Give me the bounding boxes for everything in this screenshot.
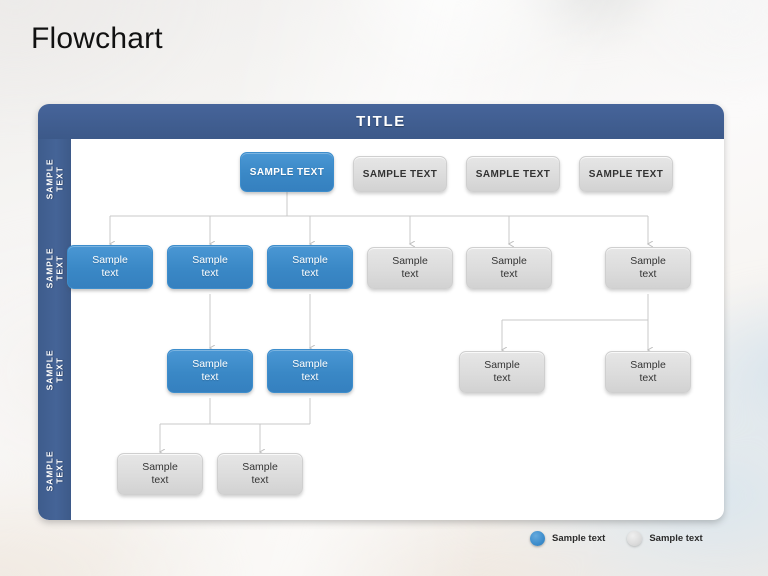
legend-item-gray-label: Sample text: [649, 533, 703, 544]
legend-item-blue-label: Sample text: [552, 533, 606, 544]
node-row3-3-label: Sample text: [484, 359, 520, 384]
legend-item-blue[interactable]: Sample text: [530, 531, 605, 546]
node-row3-1[interactable]: Sample text: [167, 349, 253, 393]
sidebar-rail: SAMPLE TEXT SAMPLE TEXT SAMPLE TEXT SAMPLE T…: [38, 139, 71, 520]
legend-gray-circle-icon: [627, 531, 643, 546]
node-row3-4-label: Sample text: [630, 359, 666, 384]
node-row1-4-label: SAMPLE TEXT: [588, 168, 664, 180]
rail-segment-2-label: SAMPLE TEXT: [44, 247, 65, 289]
rail-segment-4[interactable]: SAMPLE TEXT: [38, 422, 71, 520]
card-header-title: TITLE: [38, 104, 724, 139]
legend: Sample text Sample text: [530, 531, 703, 546]
node-row4-1-label: Sample text: [142, 461, 178, 486]
node-row2-2[interactable]: Sample text: [167, 245, 253, 289]
node-row1-2-label: SAMPLE TEXT: [362, 168, 438, 180]
node-row2-4-label: Sample text: [392, 255, 428, 280]
node-row2-1-label: Sample text: [92, 254, 128, 279]
flowchart-card: TITLE SAMPLE TEXT SAMPLE TEXT SAMPLE TEXT S…: [38, 104, 724, 520]
rail-segment-3-label: SAMPLE TEXT: [44, 349, 65, 391]
node-row2-2-label: Sample text: [192, 254, 228, 279]
node-row1-2[interactable]: SAMPLE TEXT: [353, 156, 447, 192]
node-row2-6-label: Sample text: [630, 255, 666, 280]
node-row2-6[interactable]: Sample text: [605, 247, 691, 289]
node-row2-3-label: Sample text: [292, 254, 328, 279]
node-row4-2-label: Sample text: [242, 461, 278, 486]
node-row4-2[interactable]: Sample text: [217, 453, 303, 495]
node-row3-2-label: Sample text: [292, 358, 328, 383]
rail-segment-1[interactable]: SAMPLE TEXT: [38, 139, 71, 219]
legend-blue-circle-icon: [530, 531, 545, 546]
node-row3-4[interactable]: Sample text: [605, 351, 691, 393]
node-row3-1-label: Sample text: [192, 358, 228, 383]
node-row1-1[interactable]: SAMPLE TEXT: [240, 152, 334, 192]
node-row2-5-label: Sample text: [491, 255, 527, 280]
node-row3-2[interactable]: Sample text: [267, 349, 353, 393]
node-row1-4[interactable]: SAMPLE TEXT: [579, 156, 673, 192]
node-row2-1[interactable]: Sample text: [67, 245, 153, 289]
rail-segment-4-label: SAMPLE TEXT: [44, 450, 65, 492]
page-title: Flowchart: [31, 22, 163, 55]
node-row3-3[interactable]: Sample text: [459, 351, 545, 393]
rail-segment-3[interactable]: SAMPLE TEXT: [38, 318, 71, 423]
legend-item-gray[interactable]: Sample text: [627, 531, 703, 546]
node-row1-3-label: SAMPLE TEXT: [475, 168, 551, 180]
rail-segment-1-label: SAMPLE TEXT: [44, 158, 65, 199]
node-row2-4[interactable]: Sample text: [367, 247, 453, 289]
node-row2-3[interactable]: Sample text: [267, 245, 353, 289]
node-row1-1-label: SAMPLE TEXT: [249, 166, 325, 178]
node-row4-1[interactable]: Sample text: [117, 453, 203, 495]
node-row2-5[interactable]: Sample text: [466, 247, 552, 289]
node-row1-3[interactable]: SAMPLE TEXT: [466, 156, 560, 192]
